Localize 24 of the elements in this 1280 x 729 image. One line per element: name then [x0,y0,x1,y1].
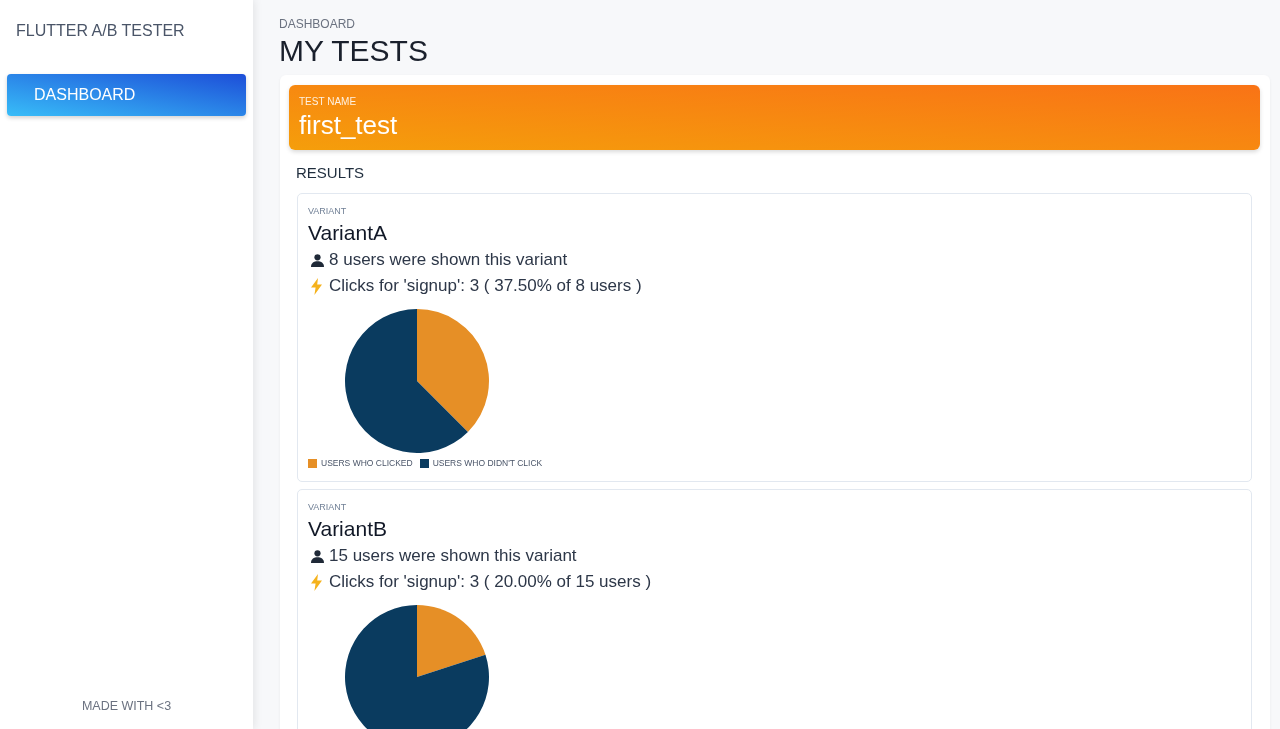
nav-item[interactable]: DASHBOARD [7,74,246,116]
variant-label: VARIANT [308,206,347,217]
variant-name: VariantB [308,517,387,541]
section-heading: RESULTS [296,163,365,183]
variant-label: VARIANT [308,502,347,513]
stat-text: Clicks for 'signup': 3 ( 37.50% of 8 users ) [329,275,642,297]
lightning-bolt-icon [311,277,322,295]
legend-swatch-icon [308,458,317,468]
lightning-bolt-icon [311,573,322,591]
test-name: first_test [299,110,398,140]
stat-text: Clicks for 'signup': 3 ( 20.00% of 15 users ) [329,571,652,593]
stat-text: 8 users were shown this variant [329,249,568,271]
breadcrumb: DASHBOARD [279,17,355,31]
footer-text: MADE WITH <3 [81,698,172,714]
person-icon [311,549,324,563]
variant-name: VariantA [308,221,387,245]
legend-label: USERS WHO DIDN'T CLICK [432,457,543,469]
person-icon [311,253,324,267]
test-name-label: TEST NAME [299,96,357,107]
app-title: FLUTTER A/B TESTER [16,21,185,41]
legend-swatch-icon [419,458,429,468]
page-title: MY TESTS [279,33,428,69]
legend-label: USERS WHO CLICKED [321,457,413,469]
stat-text: 15 users were shown this variant [329,545,577,567]
